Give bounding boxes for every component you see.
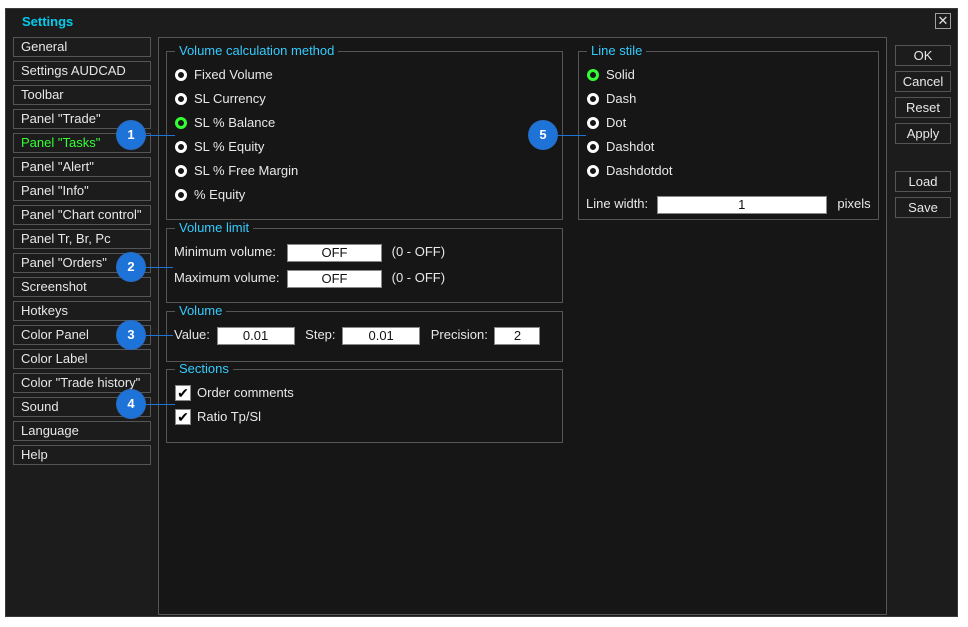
- radio-dashdotdot[interactable]: Dashdotdot: [587, 161, 673, 181]
- radio-selected-icon: [587, 68, 599, 81]
- radio-sl-equity[interactable]: SL % Equity: [175, 137, 264, 157]
- precision-input[interactable]: 2: [494, 326, 541, 345]
- min-volume-hint: (0 - OFF): [391, 244, 446, 259]
- radio-icon: [587, 92, 599, 105]
- sections-title: Sections: [179, 361, 229, 376]
- radio-icon: [587, 116, 599, 129]
- marker-2: 2: [117, 253, 145, 281]
- cancel-button[interactable]: Cancel: [895, 71, 951, 92]
- close-icon: ✕: [937, 13, 949, 28]
- min-volume-input[interactable]: OFF: [287, 243, 382, 262]
- marker-4-connector: [145, 404, 175, 405]
- sidebar-item-toolbar[interactable]: Toolbar: [13, 85, 151, 105]
- radio-icon: [175, 140, 187, 153]
- radio-sl-currency[interactable]: SL Currency: [175, 89, 266, 109]
- line-style-title: Line stile: [591, 43, 643, 58]
- sidebar-item-panel-info[interactable]: Panel "Info": [13, 181, 151, 201]
- reset-button[interactable]: Reset: [895, 97, 951, 118]
- checkbox-checked-icon[interactable]: ✔: [175, 408, 191, 425]
- marker-1: 1: [117, 121, 145, 149]
- marker-4: 4: [117, 390, 145, 418]
- sidebar-item-help[interactable]: Help: [13, 445, 151, 465]
- sidebar-item-panel-chart-control[interactable]: Panel "Chart control": [13, 205, 151, 225]
- radio-icon: [175, 92, 187, 105]
- sidebar-item-hotkeys[interactable]: Hotkeys: [13, 301, 151, 321]
- step-input[interactable]: 0.01: [342, 326, 421, 345]
- radio-sl-balance[interactable]: SL % Balance: [175, 113, 275, 133]
- volume-limit-title: Volume limit: [179, 220, 250, 235]
- max-volume-hint: (0 - OFF): [391, 270, 446, 285]
- radio-selected-icon: [175, 116, 187, 129]
- min-volume-row: Minimum volume: OFF (0 - OFF): [174, 242, 445, 262]
- marker-5-connector: [557, 135, 586, 136]
- radio-equity[interactable]: % Equity: [175, 185, 245, 205]
- value-label: Value:: [174, 327, 210, 342]
- window-title: Settings: [22, 14, 74, 29]
- close-button[interactable]: ✕: [935, 13, 951, 29]
- settings-window: Settings ✕ General Settings AUDCAD Toolb…: [5, 8, 958, 617]
- radio-dashdot[interactable]: Dashdot: [587, 137, 654, 157]
- save-button[interactable]: Save: [895, 197, 951, 218]
- radio-icon: [175, 68, 187, 81]
- line-style-group: Line stile Solid Dash Dot Dashdot Dashdo…: [578, 44, 879, 220]
- value-input[interactable]: 0.01: [216, 326, 295, 345]
- volume-group: Volume Value: 0.01 Step: 0.01 Precision:…: [166, 304, 563, 362]
- sidebar-item-language[interactable]: Language: [13, 421, 151, 441]
- volume-title: Volume: [179, 303, 223, 318]
- sections-group: Sections ✔ Order comments ✔ Ratio Tp/Sl: [166, 362, 563, 443]
- marker-5: 5: [529, 121, 557, 149]
- line-width-unit: pixels: [837, 196, 871, 211]
- radio-dash[interactable]: Dash: [587, 89, 636, 109]
- sidebar-item-panel-alert[interactable]: Panel "Alert": [13, 157, 151, 177]
- ratio-tpsl-label: Ratio Tp/Sl: [197, 409, 262, 424]
- ratio-tpsl-row[interactable]: ✔ Ratio Tp/Sl: [175, 407, 261, 427]
- volume-limit-group: Volume limit Minimum volume: OFF (0 - OFF…: [166, 221, 563, 303]
- min-volume-label: Minimum volume:: [174, 244, 276, 259]
- volume-calc-title: Volume calculation method: [179, 43, 335, 58]
- marker-3-connector: [145, 335, 173, 336]
- radio-solid[interactable]: Solid: [587, 65, 635, 85]
- line-width-label: Line width:: [586, 196, 649, 211]
- sidebar-item-panel-tr-br-pc[interactable]: Panel Tr, Br, Pc: [13, 229, 151, 249]
- radio-fixed-volume[interactable]: Fixed Volume: [175, 65, 273, 85]
- radio-dot[interactable]: Dot: [587, 113, 626, 133]
- max-volume-input[interactable]: OFF: [287, 269, 382, 288]
- step-label: Step:: [305, 327, 336, 342]
- radio-sl-free-margin[interactable]: SL % Free Margin: [175, 161, 298, 181]
- order-comments-label: Order comments: [197, 385, 294, 400]
- sidebar-item-settings-audcad[interactable]: Settings AUDCAD: [13, 61, 151, 81]
- radio-icon: [175, 188, 187, 201]
- marker-1-connector: [145, 135, 175, 136]
- max-volume-row: Maximum volume: OFF (0 - OFF): [174, 268, 445, 288]
- load-button[interactable]: Load: [895, 171, 951, 192]
- marker-2-connector: [145, 267, 173, 268]
- radio-icon: [587, 164, 599, 177]
- line-width-input[interactable]: 1: [656, 195, 827, 214]
- sidebar-item-color-label[interactable]: Color Label: [13, 349, 151, 369]
- radio-icon: [175, 164, 187, 177]
- main-panel: Volume calculation method Fixed Volume S…: [158, 37, 887, 615]
- marker-3: 3: [117, 321, 145, 349]
- radio-icon: [587, 140, 599, 153]
- apply-button[interactable]: Apply: [895, 123, 951, 144]
- precision-label: Precision:: [430, 327, 488, 342]
- max-volume-label: Maximum volume:: [174, 270, 280, 285]
- volume-calc-group: Volume calculation method Fixed Volume S…: [166, 44, 563, 220]
- order-comments-row[interactable]: ✔ Order comments: [175, 383, 294, 403]
- volume-row: Value: 0.01 Step: 0.01 Precision: 2: [174, 325, 541, 345]
- ok-button[interactable]: OK: [895, 45, 951, 66]
- sidebar-item-general[interactable]: General: [13, 37, 151, 57]
- checkbox-checked-icon[interactable]: ✔: [175, 384, 191, 401]
- line-width-row: Line width: 1 pixels: [586, 194, 871, 214]
